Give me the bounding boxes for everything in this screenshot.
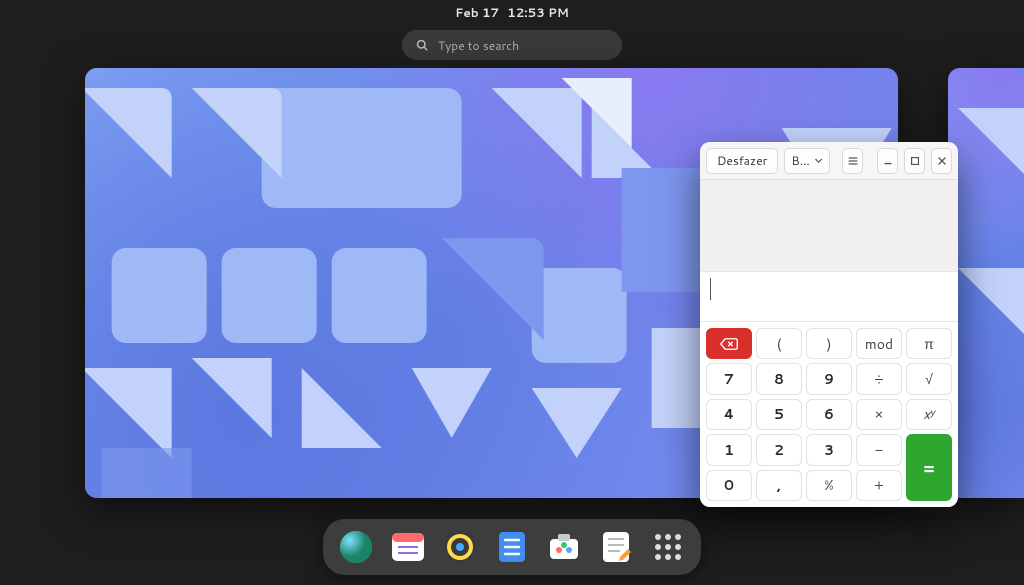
minimize-icon: [882, 155, 894, 167]
key-5[interactable]: 5: [756, 399, 802, 430]
clock[interactable]: Feb 17 12:53 PM: [455, 4, 569, 21]
key-dot[interactable]: ,: [756, 470, 802, 501]
chevron-down-icon: [814, 156, 823, 165]
globe-icon: [338, 529, 374, 565]
app-grid-icon: [655, 534, 681, 560]
search-input[interactable]: [438, 37, 608, 54]
dash-app-web-browser[interactable]: [337, 528, 375, 566]
calculator-input[interactable]: [700, 272, 958, 322]
clock-date: Feb 17: [455, 4, 499, 21]
key-1[interactable]: 1: [706, 434, 752, 465]
dash-app-music[interactable]: [441, 528, 479, 566]
key-3[interactable]: 3: [806, 434, 852, 465]
calculator-window[interactable]: Desfazer B… ( ) m: [700, 142, 958, 507]
maximize-button[interactable]: [904, 148, 925, 174]
key-add[interactable]: +: [856, 470, 902, 501]
calculator-history: [700, 180, 958, 272]
workspace-2[interactable]: [948, 68, 1024, 498]
calculator-keypad: ( ) mod π 7 8 9 ÷ √ 4 5 6 × xʸ 1 2 3 − =…: [700, 322, 958, 507]
key-4[interactable]: 4: [706, 399, 752, 430]
key-clear[interactable]: [706, 328, 752, 359]
key-multiply[interactable]: ×: [856, 399, 902, 430]
key-mod[interactable]: mod: [856, 328, 902, 359]
minimize-button[interactable]: [877, 148, 898, 174]
todo-icon: [494, 529, 530, 565]
calendar-icon: [390, 529, 426, 565]
key-8[interactable]: 8: [756, 363, 802, 394]
key-power[interactable]: xʸ: [906, 399, 952, 430]
mode-selector[interactable]: B…: [784, 148, 830, 174]
mode-label: B…: [791, 152, 809, 169]
dash-show-apps[interactable]: [649, 528, 687, 566]
dash-app-software[interactable]: [545, 528, 583, 566]
close-icon: [936, 155, 948, 167]
key-9[interactable]: 9: [806, 363, 852, 394]
key-divide[interactable]: ÷: [856, 363, 902, 394]
search-icon: [416, 39, 428, 51]
key-sqrt[interactable]: √: [906, 363, 952, 394]
hamburger-icon: [847, 155, 859, 167]
dash-app-todo[interactable]: [493, 528, 531, 566]
dash: [323, 519, 701, 575]
key-pi[interactable]: π: [906, 328, 952, 359]
key-lparen[interactable]: (: [756, 328, 802, 359]
close-button[interactable]: [931, 148, 952, 174]
calculator-titlebar: Desfazer B…: [700, 142, 958, 180]
key-2[interactable]: 2: [756, 434, 802, 465]
text-editor-icon: [598, 529, 634, 565]
key-7[interactable]: 7: [706, 363, 752, 394]
text-cursor: [710, 278, 711, 300]
wallpaper: [948, 68, 1024, 498]
overview-search[interactable]: [402, 30, 622, 60]
key-percent[interactable]: %: [806, 470, 852, 501]
key-subtract[interactable]: −: [856, 434, 902, 465]
key-0[interactable]: 0: [706, 470, 752, 501]
backspace-icon: [720, 337, 738, 351]
music-icon: [442, 529, 478, 565]
hamburger-menu-button[interactable]: [842, 148, 863, 174]
software-icon: [546, 529, 582, 565]
dash-app-text-editor[interactable]: [597, 528, 635, 566]
maximize-icon: [909, 155, 921, 167]
undo-button[interactable]: Desfazer: [706, 148, 778, 174]
key-6[interactable]: 6: [806, 399, 852, 430]
clock-time: 12:53 PM: [507, 4, 569, 21]
dash-app-calendar[interactable]: [389, 528, 427, 566]
top-bar: Feb 17 12:53 PM: [0, 0, 1024, 24]
key-rparen[interactable]: ): [806, 328, 852, 359]
key-equals[interactable]: =: [906, 434, 952, 501]
